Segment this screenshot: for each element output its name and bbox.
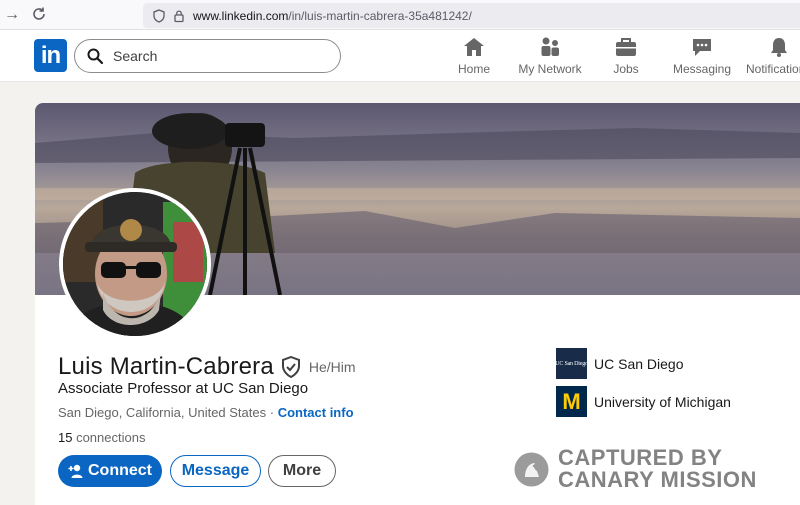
nav-messaging[interactable]: Messaging bbox=[672, 36, 732, 80]
pronouns: He/Him bbox=[308, 359, 356, 375]
browser-toolbar: → www.linkedin.com/in/luis-martin-cabrer… bbox=[0, 0, 800, 30]
education-item-ucsd[interactable]: UC San Diego UC San Diego bbox=[555, 348, 684, 379]
add-person-icon bbox=[68, 464, 83, 478]
search-icon bbox=[87, 48, 104, 65]
nav-notifications[interactable]: Notifications bbox=[746, 36, 800, 80]
profile-location: San Diego, California, United States bbox=[58, 405, 267, 420]
linkedin-header: in Home My Network Jobs Messaging Notifi… bbox=[0, 30, 800, 82]
education-item-umich[interactable]: M University of Michigan bbox=[556, 386, 731, 417]
bell-icon bbox=[771, 38, 787, 57]
reload-icon[interactable] bbox=[30, 6, 48, 24]
connections-label: connections bbox=[72, 430, 146, 445]
canary-logo-icon bbox=[514, 452, 549, 486]
profile-name: Luis Martin-Cabrera bbox=[58, 353, 274, 380]
nav-home[interactable]: Home bbox=[455, 36, 493, 80]
umich-logo: M bbox=[556, 386, 587, 417]
nav-jobs-label: Jobs bbox=[613, 62, 639, 76]
profile-headline: Associate Professor at UC San Diego bbox=[58, 380, 309, 397]
briefcase-icon bbox=[616, 38, 636, 56]
profile-avatar[interactable] bbox=[59, 188, 211, 340]
nav-my-network[interactable]: My Network bbox=[516, 36, 584, 80]
connect-button[interactable]: Connect bbox=[58, 455, 162, 487]
nav-home-label: Home bbox=[457, 62, 490, 76]
search-input[interactable] bbox=[113, 48, 313, 64]
separator-dot: · bbox=[266, 405, 278, 420]
nav-messaging-label: Messaging bbox=[672, 62, 732, 76]
message-button[interactable]: Message bbox=[170, 455, 261, 487]
address-bar[interactable]: www.linkedin.com/in/luis-martin-cabrera-… bbox=[143, 3, 800, 28]
connections-count[interactable]: 15 connections bbox=[58, 430, 145, 445]
connect-label: Connect bbox=[88, 462, 152, 479]
lock-icon bbox=[174, 9, 184, 22]
education-name-umich: University of Michigan bbox=[594, 393, 731, 410]
ucsd-logo-text: UC San Diego bbox=[555, 360, 588, 367]
chat-icon bbox=[693, 39, 711, 56]
education-name-ucsd: UC San Diego bbox=[594, 355, 684, 372]
forward-icon[interactable]: → bbox=[3, 6, 21, 24]
contact-info-link[interactable]: Contact info bbox=[278, 405, 354, 420]
ucsd-logo: UC San Diego bbox=[555, 348, 588, 379]
nav-my-network-label: My Network bbox=[518, 62, 582, 76]
watermark-line2: CANARY MISSION bbox=[558, 467, 757, 492]
search-box[interactable] bbox=[74, 39, 341, 73]
network-icon bbox=[541, 37, 559, 56]
location-row: San Diego, California, United States · C… bbox=[58, 405, 354, 420]
verified-shield-icon[interactable] bbox=[281, 356, 301, 378]
shield-icon bbox=[153, 8, 165, 23]
canary-mission-watermark: CAPTURED BY CANARY MISSION bbox=[513, 447, 757, 491]
name-row: Luis Martin-Cabrera He/Him bbox=[58, 353, 356, 381]
watermark-line1: CAPTURED BY bbox=[558, 445, 723, 470]
nav-jobs[interactable]: Jobs bbox=[611, 36, 641, 80]
linkedin-logo[interactable]: in bbox=[34, 39, 67, 72]
home-icon bbox=[464, 38, 484, 56]
umich-logo-text: M bbox=[562, 388, 581, 414]
watermark-text: CAPTURED BY CANARY MISSION bbox=[558, 447, 757, 491]
nav-notifications-label: Notifications bbox=[746, 62, 800, 76]
more-button[interactable]: More bbox=[268, 455, 336, 487]
url-text: www.linkedin.com/in/luis-martin-cabrera-… bbox=[193, 8, 472, 23]
connections-number: 15 bbox=[58, 430, 73, 445]
